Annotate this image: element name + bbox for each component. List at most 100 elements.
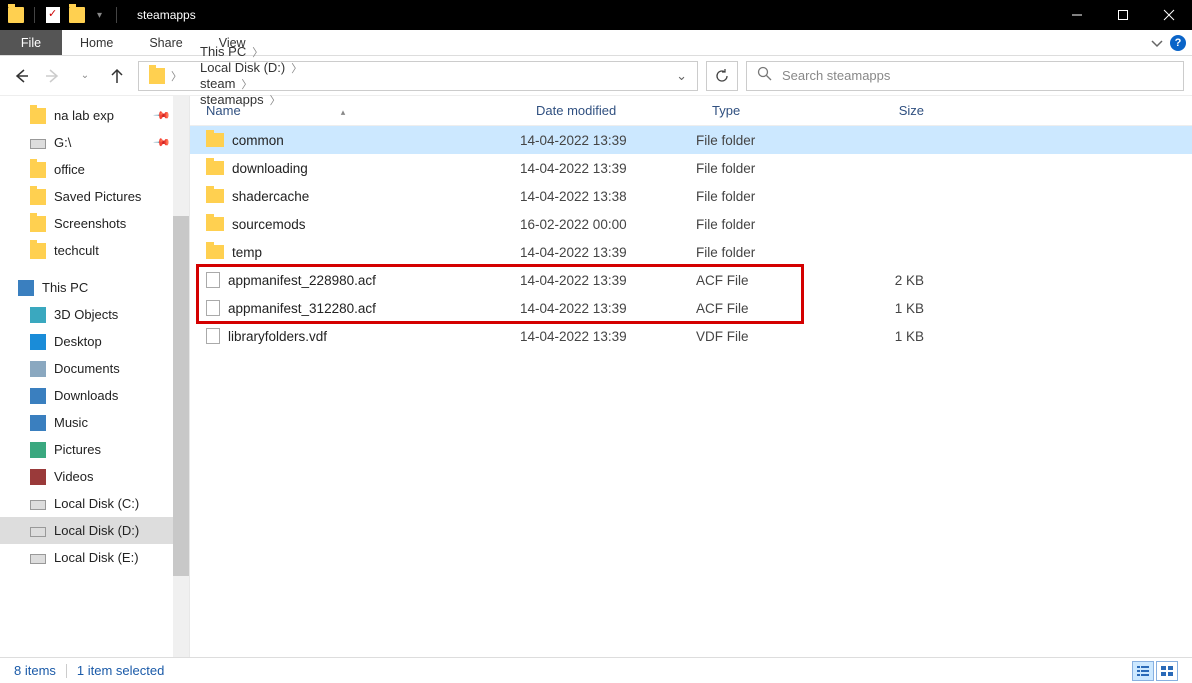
sidebar-thispc-item[interactable]: Music [0,409,189,436]
file-name: appmanifest_312280.acf [228,301,376,316]
qat-newfolder-icon[interactable] [69,7,85,23]
column-date[interactable]: Date modified [520,103,696,118]
recent-dropdown-icon[interactable]: ⌄ [76,67,94,85]
sidebar-thispc-item[interactable]: Desktop [0,328,189,355]
dl-icon [30,388,46,404]
window-title: steamapps [137,8,196,22]
sidebar-quick-item[interactable]: Screenshots [0,210,189,237]
sidebar-quick-item[interactable]: na lab exp📌 [0,102,189,129]
tab-file[interactable]: File [0,30,62,55]
file-date: 14-04-2022 13:39 [520,329,696,344]
app-folder-icon [8,7,24,23]
chevron-right-icon[interactable]: 〉 [235,76,258,92]
sidebar-thispc-item[interactable]: Local Disk (E:) [0,544,189,571]
sidebar-quick-item[interactable]: Saved Pictures [0,183,189,210]
chevron-right-icon[interactable]: 〉 [285,60,308,76]
sidebar-scrollbar[interactable] [173,96,189,657]
nav-bar: ⌄ 〉 This PC〉Local Disk (D:)〉steam〉steama… [0,56,1192,96]
search-icon [757,66,772,86]
file-date: 14-04-2022 13:39 [520,245,696,260]
folder-icon [206,245,224,259]
pin-icon: 📌 [153,106,172,125]
close-button[interactable] [1146,0,1192,30]
address-bar[interactable]: 〉 This PC〉Local Disk (D:)〉steam〉steamapp… [138,61,698,91]
column-type[interactable]: Type [696,103,846,118]
view-details-button[interactable] [1132,661,1154,681]
drive-icon [30,500,46,510]
breadcrumb-segment[interactable]: Local Disk (D:)〉 [194,60,314,76]
forward-button[interactable] [44,67,62,85]
file-row[interactable]: temp14-04-2022 13:39File folder [190,238,1192,266]
sidebar-thispc-item[interactable]: Pictures [0,436,189,463]
file-type: File folder [696,189,846,204]
file-row[interactable]: shadercache14-04-2022 13:38File folder [190,182,1192,210]
up-button[interactable] [108,67,126,85]
drive-icon [30,554,46,564]
sidebar-quick-item[interactable]: G:\📌 [0,129,189,156]
search-box[interactable] [746,61,1184,91]
pic-icon [30,442,46,458]
desk-icon [30,334,46,350]
help-button[interactable]: ? [1170,35,1186,51]
back-button[interactable] [12,67,30,85]
chevron-right-icon[interactable]: 〉 [165,68,188,84]
file-row[interactable]: appmanifest_228980.acf14-04-2022 13:39AC… [190,266,1192,294]
minimize-button[interactable] [1054,0,1100,30]
file-row[interactable]: libraryfolders.vdf14-04-2022 13:39VDF Fi… [190,322,1192,350]
file-list-pane: Name▴ Date modified Type Size common14-0… [190,96,1192,657]
sidebar-quick-item[interactable]: office [0,156,189,183]
sidebar-this-pc[interactable]: This PC [0,274,189,301]
column-headers: Name▴ Date modified Type Size [190,96,1192,126]
file-row[interactable]: downloading14-04-2022 13:39File folder [190,154,1192,182]
address-dropdown-icon[interactable]: ⌄ [670,68,693,84]
sidebar-thispc-item[interactable]: Downloads [0,382,189,409]
navigation-pane: na lab exp📌G:\📌officeSaved PicturesScree… [0,96,190,657]
sidebar-thispc-item[interactable]: Videos [0,463,189,490]
refresh-button[interactable] [706,61,738,91]
tab-home[interactable]: Home [62,30,131,55]
qat-dropdown-icon[interactable]: ▾ [93,10,106,21]
file-size: 2 KB [846,273,938,288]
folder-icon [206,189,224,203]
file-row[interactable]: sourcemods16-02-2022 00:00File folder [190,210,1192,238]
tab-share[interactable]: Share [131,30,200,55]
file-date: 14-04-2022 13:39 [520,273,696,288]
file-icon [206,328,220,344]
breadcrumb-segment[interactable]: This PC〉 [194,44,314,60]
file-size: 1 KB [846,301,938,316]
sidebar-thispc-item[interactable]: Local Disk (D:) [0,517,189,544]
folder-icon [206,217,224,231]
column-size[interactable]: Size [846,103,938,118]
sidebar-thispc-item[interactable]: Documents [0,355,189,382]
file-date: 14-04-2022 13:39 [520,133,696,148]
file-row[interactable]: appmanifest_312280.acf14-04-2022 13:39AC… [190,294,1192,322]
sidebar-quick-item[interactable]: techcult [0,237,189,264]
status-item-count: 8 items [14,663,56,678]
chevron-right-icon[interactable]: 〉 [246,44,269,60]
column-name[interactable]: Name▴ [190,103,520,118]
ribbon-tabs: File Home Share View ? [0,30,1192,56]
file-date: 14-04-2022 13:39 [520,301,696,316]
file-name: libraryfolders.vdf [228,329,327,344]
file-name: sourcemods [232,217,306,232]
folder-icon [30,189,46,205]
file-type: File folder [696,161,846,176]
maximize-button[interactable] [1100,0,1146,30]
status-bar: 8 items 1 item selected [0,657,1192,683]
collapse-ribbon-icon[interactable] [1150,36,1164,50]
sidebar-thispc-item[interactable]: Local Disk (C:) [0,490,189,517]
address-folder-icon [149,68,165,84]
breadcrumb-segment[interactable]: steam〉 [194,76,314,92]
sidebar-thispc-item[interactable]: 3D Objects [0,301,189,328]
view-large-icons-button[interactable] [1156,661,1178,681]
qat-properties-icon[interactable] [45,7,61,23]
file-row[interactable]: common14-04-2022 13:39File folder [190,126,1192,154]
file-name: temp [232,245,262,260]
pin-icon: 📌 [153,133,172,152]
obj-icon [30,307,46,323]
sort-indicator-icon: ▴ [341,107,346,117]
file-name: downloading [232,161,308,176]
file-date: 16-02-2022 00:00 [520,217,696,232]
status-selected-count: 1 item selected [77,663,164,678]
search-input[interactable] [782,68,1173,83]
